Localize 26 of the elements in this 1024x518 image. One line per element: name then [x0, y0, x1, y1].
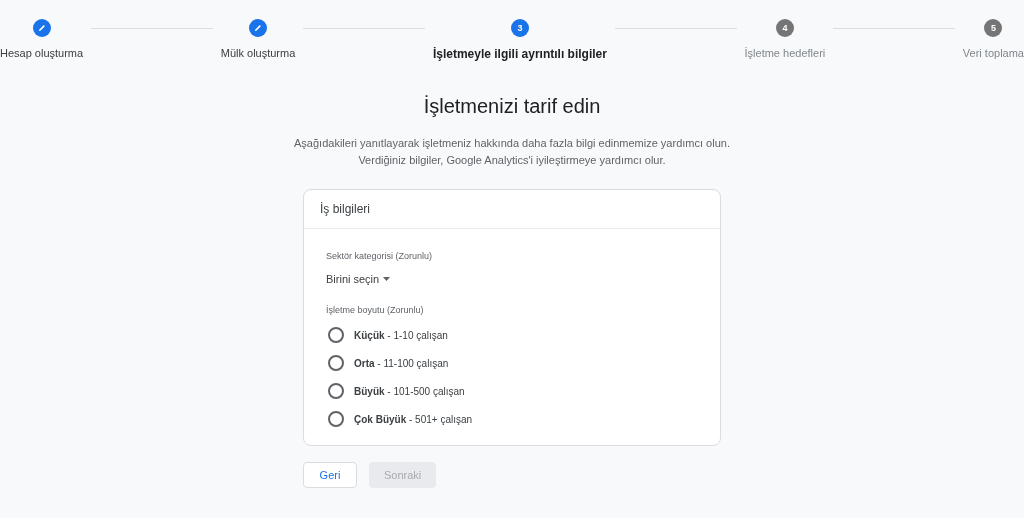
option-label: Küçük - 1-10 çalışan	[354, 329, 448, 341]
step-label: İşletme hedefleri	[744, 47, 826, 59]
intro-text: Aşağıdakileri yanıtlayarak işletmeniz hakkında daha fazla bilgi edinmemize yardımcı olun. Verdiğiniz bilgiler, Google Analytics'i iyileştirmeye yardımcı olur.	[294, 136, 730, 168]
step-label: İşletmeyle ilgili ayrıntılı bilgiler	[432, 47, 607, 61]
step-label: Veri toplama	[962, 47, 1024, 59]
step-circle: 3	[510, 19, 529, 37]
field-label: Sektör kategorisi (Zorunlu)	[326, 251, 434, 261]
radio-button[interactable]	[328, 355, 344, 371]
radio-button[interactable]	[328, 411, 344, 427]
card-title: İş bilgileri	[304, 190, 720, 229]
option-label: Orta - 11-100 çalışan	[354, 357, 449, 369]
back-button[interactable]: Geri	[303, 462, 357, 488]
radio-button[interactable]	[328, 327, 344, 343]
field-label: İşletme boyutu (Zorunlu)	[326, 305, 425, 315]
category-dropdown[interactable]: Birini seçin	[326, 269, 391, 289]
pencil-icon	[36, 23, 47, 33]
step-circle: 5	[984, 19, 1003, 37]
page-heading: İşletmenizi tarif edin	[423, 95, 601, 118]
step-label: Hesap oluşturma	[0, 47, 84, 59]
step-label: Mülk oluşturma	[220, 47, 296, 59]
option-label: Çok Büyük - 501+ çalışan	[354, 413, 473, 425]
pencil-icon	[253, 23, 263, 33]
caret-icon	[383, 277, 391, 281]
option-label: Büyük - 101-500 çalışan	[354, 385, 465, 397]
radio-button[interactable]	[328, 383, 344, 399]
step-circle: 4	[775, 19, 794, 37]
